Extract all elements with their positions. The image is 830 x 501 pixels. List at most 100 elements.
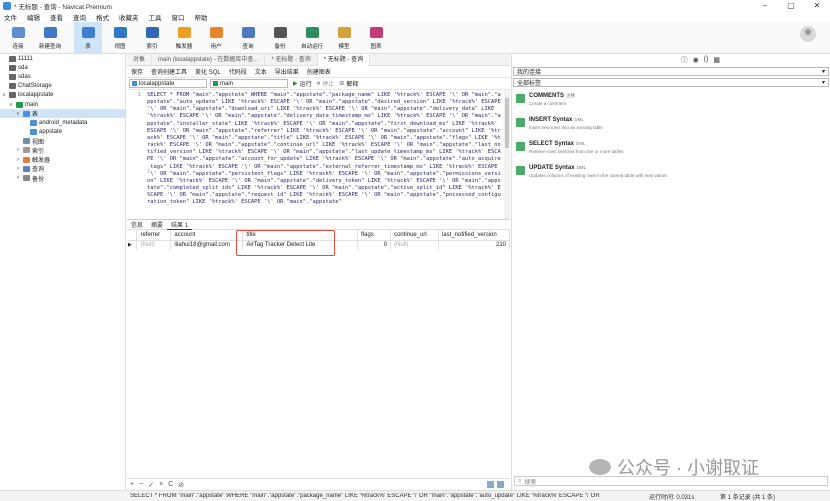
menu-view[interactable]: 查看 — [46, 12, 69, 22]
avatar[interactable] — [800, 26, 816, 42]
sidebar-item[interactable]: ChatStorage — [0, 82, 125, 91]
sidebar-item[interactable]: ∨ main — [0, 100, 125, 109]
toolbar-button-view[interactable]: 视图 — [106, 22, 134, 54]
tab-untitled-query-2[interactable]: * 无标题 - 查询 — [317, 53, 371, 66]
database-icon — [213, 81, 218, 86]
cell-continue-url[interactable]: (Null) — [390, 240, 440, 250]
sidebar-item[interactable]: android_metadata — [0, 118, 125, 127]
cell-referrer[interactable]: (Null) — [136, 240, 172, 250]
minimize-icon[interactable]: – — [752, 0, 778, 12]
menu-window[interactable]: 窗口 — [168, 12, 191, 22]
menu-favorites[interactable]: 收藏夹 — [115, 12, 145, 22]
query-builder-button[interactable]: 查询创建工具 — [147, 67, 191, 76]
menu-file[interactable]: 文件 — [0, 12, 23, 22]
column-header-last-notified-version[interactable]: last_notified_version — [438, 230, 510, 241]
save-button[interactable]: 保存 — [127, 67, 147, 76]
info-icon[interactable]: ⓘ — [681, 55, 688, 65]
brackets-icon[interactable]: () — [704, 56, 709, 63]
snippet-title: COMMENTS — [529, 93, 564, 99]
menu-format[interactable]: 格式 — [92, 12, 115, 22]
snippet-description: Create a comment — [529, 101, 567, 106]
view-icon — [112, 25, 128, 39]
text-button[interactable]: 文本 — [251, 67, 271, 76]
toolbar-button-new-query[interactable]: 新建查询 — [36, 22, 64, 54]
connection-select[interactable]: localappstate — [129, 79, 207, 88]
tree-expander-icon[interactable]: ∨ — [8, 102, 14, 108]
sidebar-item[interactable]: appstate — [0, 128, 125, 137]
toolbar-button-index[interactable]: 索引 — [138, 22, 166, 54]
sidebar-item[interactable]: ∨ 表 — [0, 109, 125, 119]
menu-help[interactable]: 帮助 — [191, 12, 214, 22]
toolbar-button-user[interactable]: 用户 — [202, 22, 230, 54]
tab-result-1[interactable]: 结果 1 — [167, 220, 193, 230]
tab-objects[interactable]: 对象 — [127, 53, 153, 66]
grid-view-icon[interactable] — [487, 481, 494, 488]
all-labels-select[interactable]: 全部标签 — [513, 78, 829, 87]
discard-changes-button[interactable]: × — [159, 481, 163, 488]
add-record-button[interactable]: + — [130, 481, 134, 488]
toolbar-button-chart[interactable]: 图表 — [362, 22, 390, 54]
column-header-referrer[interactable]: referrer — [136, 230, 172, 241]
tree-expander-icon[interactable]: > — [15, 157, 21, 163]
grid-icon[interactable]: ▦ — [713, 56, 720, 64]
editor-scroll-thumb[interactable] — [505, 98, 509, 148]
snippet-item[interactable]: COMMENTS 注释 Create a comment — [516, 93, 830, 106]
toolbar-button-automation[interactable]: 自动运行 — [298, 22, 326, 54]
tree-expander-icon[interactable]: > — [15, 147, 21, 153]
snippet-item[interactable]: SELECT Syntax DML Retrieve rows selected f… — [516, 141, 830, 154]
sidebar-item[interactable]: 11111 — [0, 54, 125, 63]
toolbar-button-table[interactable]: 表 — [74, 22, 102, 54]
cell-flags[interactable]: 0 — [357, 240, 392, 250]
sidebar-item[interactable]: > 备份 — [0, 173, 125, 183]
explain-button[interactable]: 解释 — [346, 79, 358, 88]
my-connections-select[interactable]: 我的连接 — [513, 67, 829, 76]
form-view-icon[interactable] — [497, 481, 504, 488]
create-chart-button[interactable]: 创建图表 — [303, 67, 335, 76]
run-button[interactable]: 运行 — [300, 79, 312, 88]
database-select[interactable]: main — [210, 79, 288, 88]
stop-button-footer[interactable]: ⊘ — [178, 481, 184, 489]
cell-last-notified-version[interactable]: 210 — [438, 240, 510, 250]
tab-main-search[interactable]: main (localappstate) - 在数据库中查... — [152, 53, 266, 66]
tree-expander-icon[interactable]: > — [15, 175, 21, 181]
toolbar-button-trigger[interactable]: 触发器 — [170, 22, 198, 54]
export-result-button[interactable]: 导出结果 — [271, 67, 303, 76]
toolbar-button-backup[interactable]: 备份 — [266, 22, 294, 54]
apply-changes-button[interactable]: ✓ — [148, 481, 154, 489]
beautify-sql-button[interactable]: 美化 SQL — [191, 67, 225, 76]
code-snippet-button[interactable]: 代码段 — [225, 67, 251, 76]
close-icon[interactable]: ✕ — [804, 0, 830, 12]
toolbar-button-model[interactable]: 模型 — [330, 22, 358, 54]
sidebar-item[interactable]: > 索引 — [0, 146, 125, 155]
cell-account[interactable]: lilahui18@gmail.com — [170, 240, 244, 250]
toolbar-button-connect[interactable]: 连接 — [4, 22, 32, 54]
snippet-item[interactable]: UPDATE Syntax DML Updates columns of exist… — [516, 165, 830, 178]
delete-record-button[interactable]: − — [139, 481, 143, 488]
tree-expander-icon[interactable]: > — [15, 166, 21, 172]
column-header-flags[interactable]: flags — [357, 230, 392, 241]
tree-expander-icon[interactable]: ∨ — [1, 92, 7, 98]
maximize-icon[interactable]: ▢ — [778, 0, 804, 12]
sidebar-item[interactable]: sda — [0, 63, 125, 72]
sidebar-item[interactable]: > 查询 — [0, 164, 125, 173]
column-header-account[interactable]: account — [170, 230, 244, 241]
object-icon[interactable]: ◉ — [693, 56, 699, 64]
editor-scrollbar[interactable] — [504, 90, 510, 219]
tab-summary[interactable]: 摘要 — [147, 220, 167, 229]
sidebar-item[interactable]: sdas — [0, 72, 125, 81]
sidebar-item[interactable]: ∨ localappstate — [0, 91, 125, 100]
tab-info[interactable]: 信息 — [127, 220, 147, 229]
column-header-continue-url[interactable]: continue_url — [390, 230, 440, 241]
sql-editor[interactable]: 1 SELECT * FROM "main"."appstate" WHERE … — [127, 90, 510, 220]
sidebar-item[interactable]: > 触发器 — [0, 155, 125, 164]
refresh-button[interactable]: C — [168, 481, 173, 488]
sidebar-item[interactable]: 视图 — [0, 137, 125, 146]
tree-expander-icon[interactable]: ∨ — [15, 111, 21, 117]
menu-tools[interactable]: 工具 — [145, 12, 168, 22]
snippet-item[interactable]: INSERT Syntax DML Insert new rows into an … — [516, 117, 830, 130]
menu-edit[interactable]: 编辑 — [23, 12, 46, 22]
tab-untitled-query-1[interactable]: * 无标题 - 查询 — [265, 53, 318, 66]
toolbar-button-query[interactable]: 查询 — [234, 22, 262, 54]
stop-button[interactable]: 停止 — [322, 79, 334, 88]
menu-query[interactable]: 查询 — [69, 12, 92, 22]
